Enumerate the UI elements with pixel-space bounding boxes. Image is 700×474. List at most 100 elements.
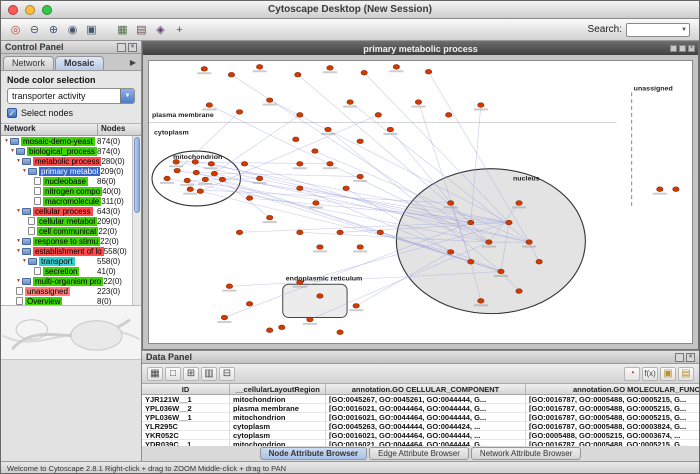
close-button[interactable]	[8, 5, 18, 15]
frame-close-icon[interactable]: ×	[688, 45, 695, 52]
table-row[interactable]: YPL036W__1mitochondrion[GO:0016021, GO:0…	[142, 413, 699, 422]
tree-item-transport[interactable]: ▼transport558(0)	[1, 256, 132, 266]
open-network-icon[interactable]: ◎	[7, 22, 24, 38]
network-node[interactable]	[187, 187, 193, 192]
tree-item-secretion[interactable]: secretion41(0)	[1, 266, 132, 276]
tree-item-unassigned[interactable]: unassigned223(0)	[1, 286, 132, 296]
network-node[interactable]	[208, 161, 214, 166]
network-node[interactable]	[526, 240, 532, 245]
minimize-button[interactable]	[25, 5, 35, 15]
tree-item-macromolecule[interactable]: macromolecule311(0)	[1, 196, 132, 206]
function-builder-icon[interactable]: f(x)	[642, 367, 658, 381]
network-node[interactable]	[468, 259, 474, 264]
network-node[interactable]	[201, 66, 207, 71]
network-node[interactable]	[478, 103, 484, 108]
tree-item-establishment-of-lo[interactable]: ▼establishment of lo558(0)	[1, 246, 132, 256]
column-header[interactable]: annotation.GO CELLULAR_COMPONENT	[326, 384, 526, 394]
float-panel-icon[interactable]	[117, 43, 126, 52]
network-node[interactable]	[197, 189, 203, 194]
expand-arrow-icon[interactable]: ▼	[15, 238, 22, 244]
network-node[interactable]	[377, 230, 383, 235]
float-panel-icon[interactable]	[675, 353, 684, 362]
network-node[interactable]	[206, 103, 212, 108]
tree-item-nucleobase[interactable]: nucleobase86(0)	[1, 176, 132, 186]
tab-network[interactable]: Network	[3, 56, 54, 70]
table-row[interactable]: YDR039C__1mitochondrion[GO:0016021, GO:0…	[142, 440, 699, 446]
network-node[interactable]	[256, 176, 262, 181]
network-node[interactable]	[327, 161, 333, 166]
network-node[interactable]	[256, 65, 262, 70]
network-node[interactable]	[266, 215, 272, 220]
network-node[interactable]	[425, 69, 431, 74]
tab-edge-attribute-browser[interactable]: Edge Attribute Browser	[369, 447, 469, 460]
network-node[interactable]	[295, 72, 301, 77]
expand-arrow-icon[interactable]: ▼	[15, 158, 22, 164]
network-node[interactable]	[506, 220, 512, 225]
network-node[interactable]	[357, 174, 363, 179]
network-node[interactable]	[228, 72, 234, 77]
network-node[interactable]	[236, 110, 242, 115]
network-canvas-container[interactable]: plasma membranecytoplasmmitochondrionnuc…	[148, 60, 693, 344]
network-node[interactable]	[307, 317, 313, 322]
network-node[interactable]	[317, 294, 323, 299]
export-attributes-icon[interactable]: ▤	[678, 367, 694, 381]
expand-arrow-icon[interactable]: ▼	[21, 258, 28, 264]
tab-mosaic[interactable]: Mosaic	[55, 56, 104, 70]
zoom-out-icon[interactable]: ⊖	[26, 22, 43, 38]
tab-node-attribute-browser[interactable]: Node Attribute Browser	[260, 447, 368, 460]
network-node[interactable]	[241, 161, 247, 166]
tree-item-response-to-stimu[interactable]: ▼response to stimu22(0)	[1, 236, 132, 246]
network-canvas[interactable]: plasma membranecytoplasmmitochondrionnuc…	[149, 61, 692, 343]
expand-arrow-icon[interactable]: ▼	[3, 138, 10, 144]
copy-attribute-icon[interactable]: ⊞	[183, 367, 199, 381]
network-node[interactable]	[447, 250, 453, 255]
network-node[interactable]	[468, 220, 474, 225]
tree-item-nitrogen-compo[interactable]: nitrogen compo40(0)	[1, 186, 132, 196]
new-attribute-icon[interactable]: □	[165, 367, 181, 381]
tree-item-cellular-metabol[interactable]: cellular metabol209(0)	[1, 216, 132, 226]
network-node[interactable]	[347, 100, 353, 105]
search-input[interactable]: ▼	[626, 23, 690, 37]
frame-minimize-icon[interactable]	[670, 45, 677, 52]
network-node[interactable]	[337, 330, 343, 335]
tree-scrollbar[interactable]	[132, 136, 141, 305]
close-panel-icon[interactable]: ×	[686, 353, 695, 362]
table-row[interactable]: YJR121W__1mitochondrion[GO:0045267, GO:0…	[142, 395, 699, 404]
expand-arrow-icon[interactable]: ▼	[21, 168, 28, 174]
network-node[interactable]	[211, 171, 217, 176]
network-node[interactable]	[375, 113, 381, 118]
network-node[interactable]	[297, 230, 303, 235]
network-node[interactable]	[325, 127, 331, 132]
network-node[interactable]	[221, 315, 227, 320]
pie-chart-icon[interactable]: ◔	[624, 367, 640, 381]
tab-scroll-right-icon[interactable]: ▶	[130, 58, 139, 70]
network-node[interactable]	[327, 66, 333, 71]
tree-item-primary-metabol[interactable]: ▼primary metabol209(0)	[1, 166, 132, 176]
tree-item-mosaic-demo-yeast[interactable]: ▼mosaic-demo-yeast874(0)	[1, 136, 132, 146]
network-node[interactable]	[657, 187, 663, 192]
network-node[interactable]	[516, 289, 522, 294]
network-node[interactable]	[337, 230, 343, 235]
network-node[interactable]	[486, 240, 492, 245]
network-node[interactable]	[447, 201, 453, 206]
network-node[interactable]	[357, 139, 363, 144]
network-node[interactable]	[202, 177, 208, 182]
network-node[interactable]	[353, 303, 359, 308]
network-node[interactable]	[357, 245, 363, 250]
expand-arrow-icon[interactable]: ▼	[15, 278, 22, 284]
zoom-in-icon[interactable]: ⊕	[45, 22, 62, 38]
network-node[interactable]	[193, 170, 199, 175]
zoom-fit-icon[interactable]: ▣	[83, 22, 100, 38]
expand-arrow-icon[interactable]: ▼	[15, 248, 22, 254]
node-color-dropdown[interactable]: transporter activity ▼	[7, 88, 135, 104]
network-node[interactable]	[343, 186, 349, 191]
network-node[interactable]	[184, 178, 190, 183]
network-node[interactable]	[361, 70, 367, 75]
expand-arrow-icon[interactable]: ▼	[9, 148, 16, 154]
tree-item-cellular-process[interactable]: ▼cellular process643(0)	[1, 206, 132, 216]
network-node[interactable]	[219, 177, 225, 182]
delete-attribute-icon[interactable]: ⊟	[219, 367, 235, 381]
network-overview-icon[interactable]: ▦	[114, 22, 131, 38]
expand-arrow-icon[interactable]: ▼	[15, 208, 22, 214]
network-node[interactable]	[312, 149, 318, 154]
